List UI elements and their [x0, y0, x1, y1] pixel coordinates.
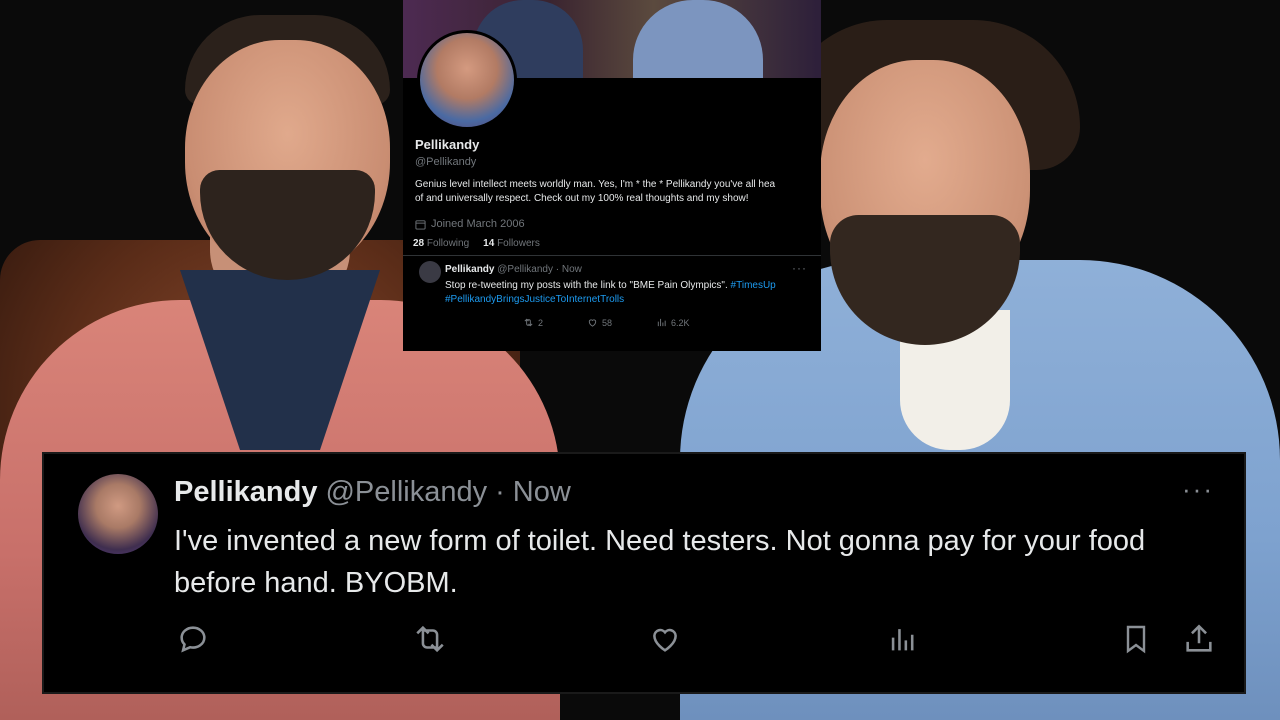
profile-handle: @Pellikandy: [415, 156, 477, 168]
profile-joined: Joined March 2006: [415, 218, 525, 230]
main-tweet-actions: [174, 622, 1224, 662]
reply-icon: [180, 626, 206, 653]
like-icon: [653, 628, 677, 652]
main-tweet: Pellikandy @Pellikandy · Now ··· I've in…: [42, 452, 1246, 694]
profile-follow-stats: 28 Following 14 Followers: [413, 238, 540, 249]
profile-bio: Genius level intellect meets worldly man…: [415, 179, 776, 204]
views-button[interactable]: [886, 622, 920, 656]
profile-card: Pellikandy @Pellikandy Genius level inte…: [403, 0, 821, 255]
retweet-button[interactable]: 2: [523, 317, 543, 328]
small-tweet-header: Pellikandy @Pellikandy · Now: [445, 264, 582, 275]
hashtag-link[interactable]: #PellikandyBringsJusticeToInternetTrolls: [445, 294, 624, 305]
share-icon: [1186, 624, 1212, 652]
main-tweet-header: Pellikandy @Pellikandy · Now: [174, 476, 571, 509]
profile-avatar[interactable]: [417, 30, 517, 130]
small-tweet: Pellikandy @Pellikandy · Now ··· Stop re…: [403, 255, 821, 351]
views-icon: [657, 318, 666, 327]
video-frame: Pellikandy @Pellikandy Genius level inte…: [0, 0, 1280, 720]
main-tweet-text: I've invented a new form of toilet. Need…: [174, 525, 1146, 599]
following-link[interactable]: 28 Following: [413, 238, 469, 249]
share-button[interactable]: [1182, 622, 1216, 656]
small-tweet-text: Stop re-tweeting my posts with the link …: [445, 280, 776, 305]
retweet-icon: [524, 318, 533, 327]
tweet-timestamp[interactable]: Now: [513, 476, 571, 509]
profile-name: Pellikandy: [415, 137, 480, 152]
bookmark-icon: [1126, 625, 1146, 654]
like-icon: [588, 319, 597, 327]
main-tweet-avatar[interactable]: [78, 474, 158, 554]
author-name[interactable]: Pellikandy: [174, 476, 317, 509]
hashtag-link[interactable]: #TimesUp: [731, 280, 776, 291]
views-icon: [891, 629, 914, 651]
more-icon[interactable]: ···: [792, 261, 807, 275]
bookmark-button[interactable]: [1120, 622, 1152, 656]
small-tweet-avatar[interactable]: [419, 261, 441, 283]
views-button[interactable]: 6.2K: [656, 317, 690, 328]
small-tweet-actions: 2 58 6.2K: [523, 317, 690, 328]
retweet-icon: [416, 625, 444, 653]
reply-button[interactable]: [176, 622, 210, 656]
author-handle: @Pellikandy: [325, 476, 488, 508]
more-icon[interactable]: ···: [1182, 474, 1214, 505]
followers-link[interactable]: 14 Followers: [483, 238, 540, 249]
like-button[interactable]: 58: [587, 317, 612, 328]
calendar-icon: [415, 219, 426, 230]
retweet-button[interactable]: [412, 622, 448, 656]
like-button[interactable]: [648, 622, 682, 656]
